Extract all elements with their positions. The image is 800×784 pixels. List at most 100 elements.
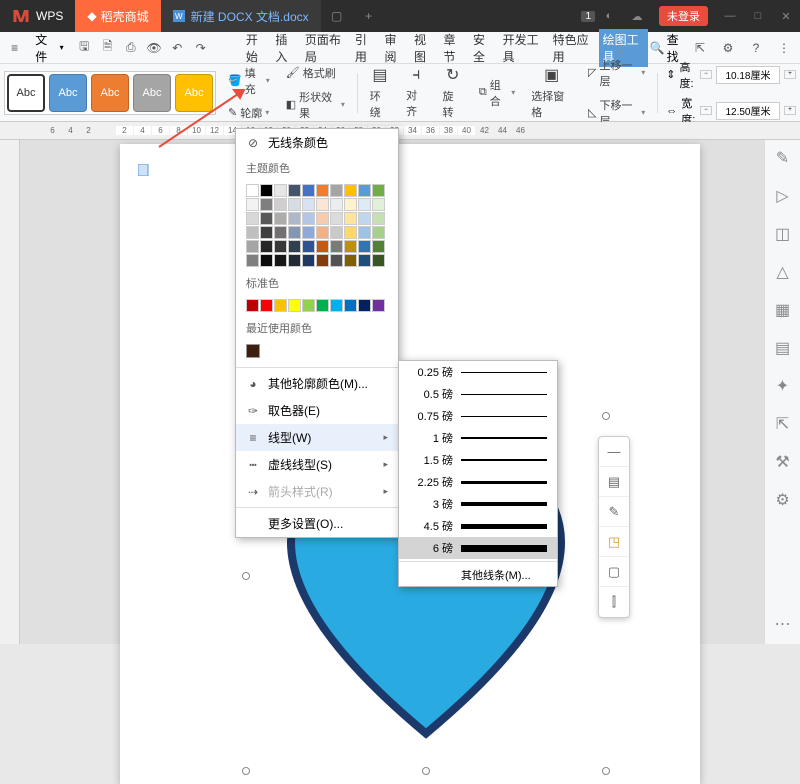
color-swatch[interactable]	[372, 240, 385, 253]
menu-tab[interactable]: 开始	[242, 29, 271, 67]
share-icon[interactable]: ⇱	[688, 36, 712, 60]
color-swatch[interactable]	[344, 226, 357, 239]
weight-option[interactable]: 3 磅	[399, 493, 557, 515]
sb-settings-icon[interactable]: ⚙	[773, 490, 793, 510]
cloud-icon[interactable]: ☁	[623, 0, 651, 32]
skin-icon[interactable]: ◐	[595, 0, 623, 32]
notification-badge[interactable]: 1	[581, 11, 595, 22]
color-swatch[interactable]	[274, 198, 287, 211]
float-edit-icon[interactable]: ✎	[599, 497, 629, 527]
resize-handle-se[interactable]	[602, 767, 610, 775]
color-swatch[interactable]	[246, 299, 259, 312]
no-line-item[interactable]: ⊘ 无线条颜色	[236, 129, 398, 156]
more-outline-colors-item[interactable]: ◕ 其他轮廓颜色(M)...	[236, 370, 398, 397]
color-swatch[interactable]	[260, 299, 273, 312]
color-swatch[interactable]	[316, 254, 329, 267]
color-swatch[interactable]	[372, 226, 385, 239]
color-swatch[interactable]	[260, 254, 273, 267]
color-swatch[interactable]	[316, 226, 329, 239]
color-swatch[interactable]	[302, 254, 315, 267]
float-layer-icon[interactable]: ▢	[599, 557, 629, 587]
style-preset[interactable]: Abc	[49, 74, 87, 112]
color-swatch[interactable]	[358, 212, 371, 225]
weight-option[interactable]: 4.5 磅	[399, 515, 557, 537]
more-settings-item[interactable]: 更多设置(O)...	[236, 510, 398, 537]
height-increment[interactable]: +	[784, 70, 796, 79]
float-minus-icon[interactable]: —	[599, 437, 629, 467]
color-swatch[interactable]	[274, 254, 287, 267]
weight-option[interactable]: 0.5 磅	[399, 383, 557, 405]
color-swatch[interactable]	[260, 226, 273, 239]
sb-tools-icon[interactable]: ⚒	[773, 452, 793, 472]
style-preset[interactable]: Abc	[91, 74, 129, 112]
width-decrement[interactable]: −	[700, 106, 712, 115]
menu-tab[interactable]: 插入	[271, 29, 300, 67]
menu-tab[interactable]: 视图	[410, 29, 439, 67]
color-swatch[interactable]	[274, 184, 287, 197]
sb-more-icon[interactable]: ⋯	[773, 614, 793, 634]
undo-icon[interactable]: ↶	[167, 36, 188, 60]
redo-icon[interactable]: ↷	[190, 36, 211, 60]
selection-pane-button[interactable]: ▣选择窗格	[527, 63, 576, 122]
sb-calendar-icon[interactable]: ▤	[773, 338, 793, 358]
color-swatch[interactable]	[330, 212, 343, 225]
weight-option[interactable]: 1.5 磅	[399, 449, 557, 471]
color-swatch[interactable]	[274, 240, 287, 253]
color-swatch[interactable]	[372, 254, 385, 267]
color-swatch[interactable]	[344, 198, 357, 211]
vertical-ruler[interactable]	[0, 140, 20, 644]
color-swatch[interactable]	[316, 240, 329, 253]
color-swatch[interactable]	[288, 254, 301, 267]
color-swatch[interactable]	[344, 254, 357, 267]
color-swatch[interactable]	[246, 184, 259, 197]
sb-cursor-icon[interactable]: ▷	[773, 186, 793, 206]
color-swatch[interactable]	[358, 299, 371, 312]
height-input[interactable]	[716, 66, 780, 84]
color-swatch[interactable]	[288, 212, 301, 225]
tab-add-icon[interactable]: +	[353, 9, 385, 23]
resize-handle-w[interactable]	[242, 572, 250, 580]
color-swatch[interactable]	[330, 299, 343, 312]
rotate-button[interactable]: ↻旋转	[439, 63, 467, 122]
align-button[interactable]: ⫞对齐	[402, 64, 430, 121]
color-swatch[interactable]	[274, 212, 287, 225]
menu-hamburger-icon[interactable]: ≡	[4, 36, 25, 60]
tab-store[interactable]: ◆稻壳商城	[75, 0, 160, 32]
resize-handle-sw[interactable]	[242, 767, 250, 775]
color-swatch[interactable]	[274, 226, 287, 239]
color-swatch[interactable]	[260, 198, 273, 211]
float-more-icon[interactable]: ⫿	[599, 587, 629, 617]
color-swatch[interactable]	[246, 254, 259, 267]
color-swatch[interactable]	[260, 240, 273, 253]
more-icon[interactable]: ⋮	[772, 36, 796, 60]
resize-handle-ne[interactable]	[602, 412, 610, 420]
print-icon[interactable]: ⎙	[120, 36, 141, 60]
color-swatch[interactable]	[246, 198, 259, 211]
color-swatch[interactable]	[330, 226, 343, 239]
sb-pencil-icon[interactable]: ✎	[773, 148, 793, 168]
color-swatch[interactable]	[330, 254, 343, 267]
color-swatch[interactable]	[316, 198, 329, 211]
float-text-wrap-icon[interactable]: ▤	[599, 467, 629, 497]
color-swatch[interactable]	[316, 299, 329, 312]
shape-effects-button[interactable]: ◧形状效果▾	[282, 87, 349, 123]
color-swatch[interactable]	[302, 299, 315, 312]
color-swatch[interactable]	[246, 212, 259, 225]
color-swatch[interactable]	[316, 212, 329, 225]
menu-tab[interactable]: 开发工具	[499, 29, 548, 67]
sb-shape-icon[interactable]: △	[773, 262, 793, 282]
help-icon[interactable]: ?	[744, 36, 768, 60]
color-swatch[interactable]	[344, 184, 357, 197]
height-decrement[interactable]: −	[700, 70, 712, 79]
color-swatch[interactable]	[302, 226, 315, 239]
menu-tab[interactable]: 安全	[469, 29, 498, 67]
weight-option[interactable]: 0.25 磅	[399, 361, 557, 383]
color-swatch[interactable]	[246, 240, 259, 253]
color-swatch[interactable]	[372, 299, 385, 312]
color-swatch[interactable]	[372, 184, 385, 197]
color-swatch[interactable]	[302, 198, 315, 211]
color-swatch[interactable]	[358, 240, 371, 253]
minimize-button[interactable]: —	[716, 0, 744, 32]
width-increment[interactable]: +	[784, 106, 796, 115]
maximize-button[interactable]: □	[744, 0, 772, 32]
